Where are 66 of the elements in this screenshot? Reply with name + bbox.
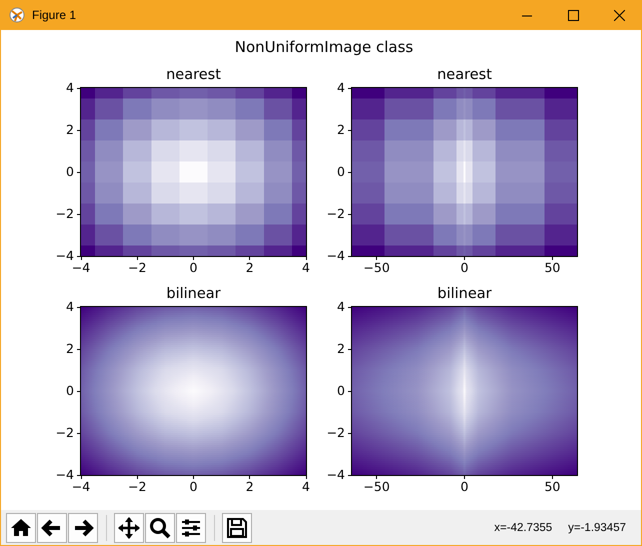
x-tick-label: 50 (544, 480, 560, 494)
cursor-coordinates: x=-42.7355 y=-1.93457 (494, 522, 626, 534)
y-tick-label: −4 (56, 249, 74, 263)
zoom-button[interactable] (145, 512, 175, 542)
figure-title: NonUniformImage class (234, 38, 414, 56)
forward-button[interactable] (68, 512, 98, 542)
x-tick-label: 0 (190, 480, 198, 494)
pan-button[interactable] (114, 512, 144, 542)
close-icon (614, 10, 624, 20)
y-tick-label: 0 (66, 384, 74, 398)
y-tick-label: 0 (66, 165, 74, 179)
x-tick-label: −2 (128, 480, 146, 494)
x-tick-label: 2 (246, 261, 254, 275)
tick-mark (552, 256, 553, 260)
tick-mark (136, 256, 138, 260)
tick-mark (552, 475, 553, 479)
tick-mark (376, 475, 378, 479)
tick-mark (136, 475, 138, 479)
window-title: Figure 1 (32, 8, 78, 22)
tick-mark (464, 475, 465, 479)
x-tick-label: 0 (460, 480, 468, 494)
x-tick-label: 4 (302, 261, 310, 275)
x-tick-label: 4 (302, 480, 310, 494)
y-tick-label: 2 (337, 342, 345, 356)
save-icon (225, 516, 249, 540)
x-tick-label: 0 (460, 261, 468, 275)
tick-mark (376, 256, 378, 260)
subplot-title: nearest (166, 66, 221, 84)
save-button[interactable] (222, 512, 252, 542)
search-icon (148, 516, 172, 540)
pan-icon (117, 516, 141, 540)
back-button[interactable] (37, 512, 67, 542)
y-tick-label: 4 (66, 300, 74, 314)
y-tick-label: −4 (326, 249, 345, 263)
x-tick-label: 0 (190, 261, 198, 275)
home-button[interactable] (6, 512, 36, 542)
tick-mark (193, 256, 194, 260)
tick-mark (464, 256, 465, 260)
x-tick-label: −4 (72, 261, 90, 275)
y-tick-label: −4 (56, 468, 74, 482)
subplot-title: bilinear (437, 285, 492, 303)
y-tick-label: 4 (66, 81, 74, 95)
x-tick-label: −50 (363, 480, 390, 494)
subplots-button[interactable] (176, 512, 206, 542)
x-tick-label: −4 (72, 480, 90, 494)
y-tick-label: −2 (56, 207, 74, 221)
y-tick-label: 2 (66, 342, 74, 356)
x-tick-label: −2 (128, 261, 146, 275)
y-tick-label: 2 (66, 123, 74, 137)
y-tick-label: 0 (337, 165, 345, 179)
app-icon (9, 7, 25, 23)
x-tick-label: 2 (246, 480, 254, 494)
y-tick-label: 2 (337, 123, 345, 137)
y-tick-label: 4 (337, 300, 345, 314)
y-tick-label: 4 (337, 81, 345, 95)
y-tick-label: 0 (337, 384, 345, 398)
maximize-icon (568, 10, 578, 20)
tick-mark (193, 475, 194, 479)
y-tick-label: −2 (56, 426, 74, 440)
y-tick-label: −4 (326, 468, 345, 482)
y-tick-label: −2 (326, 207, 345, 221)
subplot-title: bilinear (166, 285, 221, 303)
x-tick-label: −50 (363, 261, 390, 275)
x-tick-label: 50 (544, 261, 560, 275)
y-tick-label: −2 (326, 426, 345, 440)
subplot-title: nearest (437, 66, 492, 84)
